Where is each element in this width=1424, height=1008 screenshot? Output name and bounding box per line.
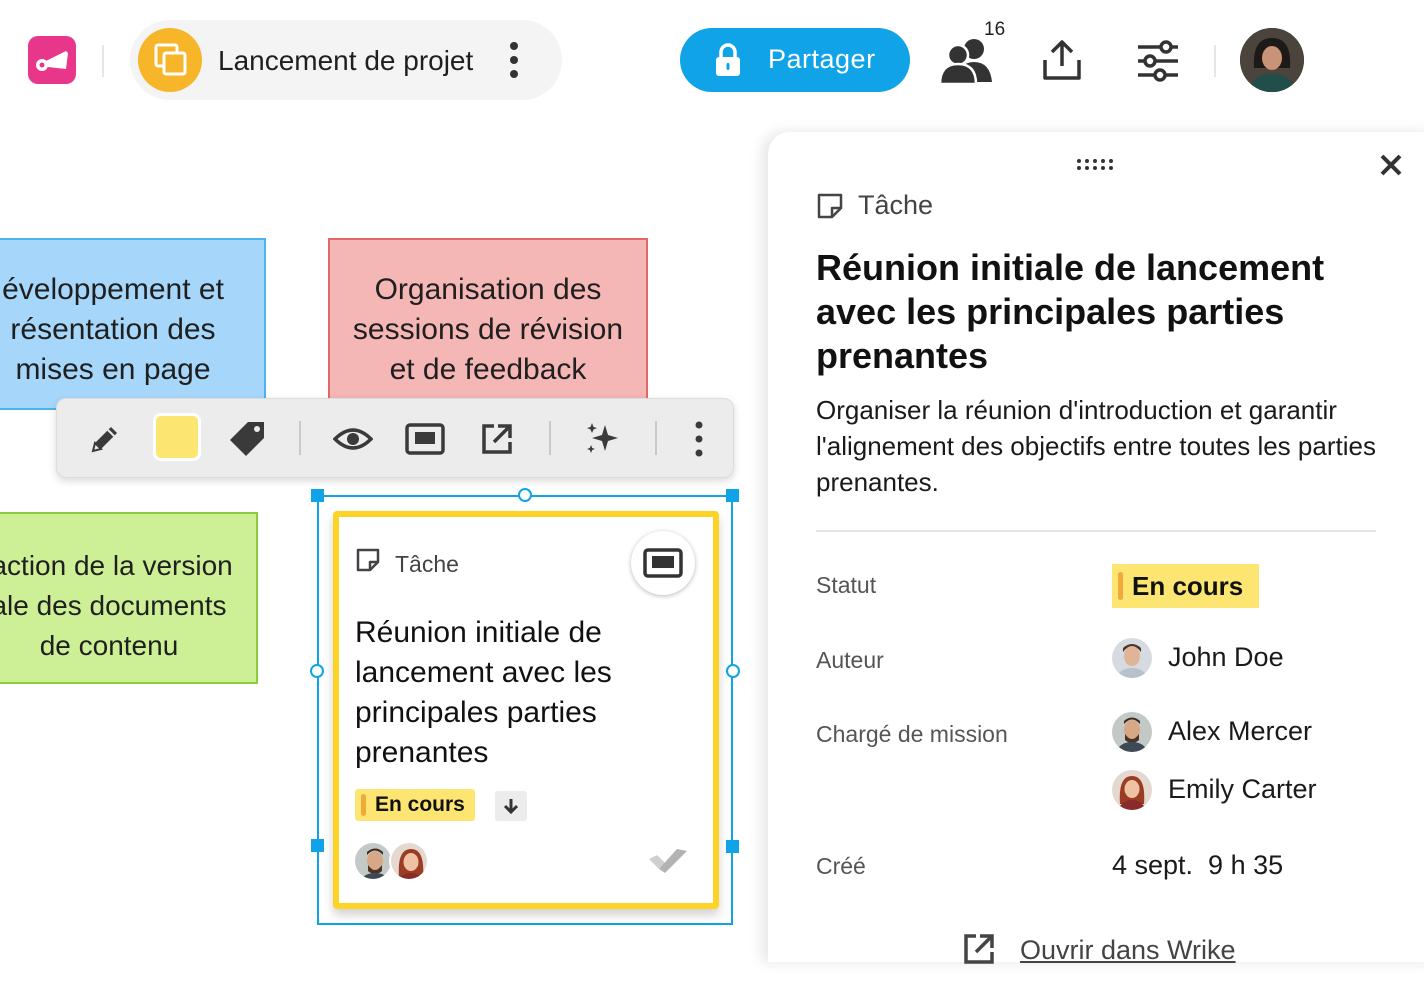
author-name[interactable]: John Doe [1168, 642, 1284, 673]
lock-icon [716, 43, 740, 76]
assignee-name[interactable]: Emily Carter [1168, 774, 1317, 805]
sticky-note-text: Organisation des sessions de révision et… [352, 273, 624, 386]
board-more-icon[interactable] [504, 42, 524, 78]
share-label: Partager [768, 44, 876, 74]
more-options-icon[interactable] [677, 417, 721, 461]
panel-type-label: Tâche [858, 190, 934, 220]
wrike-check-icon [647, 847, 689, 875]
open-card-button[interactable] [631, 531, 695, 595]
author-avatar [1112, 638, 1152, 678]
card-view-icon[interactable] [403, 417, 447, 461]
card-title: Réunion initiale de lancement avec les p… [355, 616, 612, 769]
sticky-note-layouts[interactable]: éveloppement et résentation des mises en… [0, 238, 266, 410]
resize-handle[interactable] [726, 489, 739, 502]
assignee-avatar-alex[interactable] [353, 841, 393, 881]
edit-pencil-icon[interactable] [83, 417, 127, 461]
status-badge[interactable]: En cours [1112, 564, 1260, 608]
task-icon [817, 193, 843, 219]
task-detail-panel: Tâche Réunion initiale de lancement avec… [768, 132, 1424, 965]
object-toolbar [56, 398, 734, 478]
panel-divider [816, 530, 1376, 532]
sticky-note-content-docs[interactable]: laction de la version ale des documents … [0, 512, 258, 684]
ai-sparkle-icon[interactable] [581, 417, 625, 461]
app-logo[interactable] [28, 36, 76, 84]
header-divider [1214, 45, 1216, 77]
resize-handle[interactable] [310, 664, 324, 678]
eye-icon[interactable] [331, 417, 375, 461]
priority-arrow-icon[interactable] [495, 791, 527, 821]
tag-icon[interactable] [225, 417, 269, 461]
resize-handle[interactable] [726, 664, 740, 678]
task-icon [356, 548, 380, 572]
resize-handle[interactable] [726, 840, 739, 853]
sticky-note-text: éveloppement et résentation des mises en… [2, 273, 224, 386]
resize-handle[interactable] [311, 839, 324, 852]
pages-icon [154, 43, 187, 76]
drag-handle-icon[interactable] [1076, 158, 1116, 170]
resize-handle[interactable] [518, 488, 532, 502]
share-button[interactable]: Partager [680, 28, 910, 92]
assignee-avatar-emily [1112, 770, 1152, 810]
task-card[interactable]: Tâche Réunion initiale de lancement avec… [333, 511, 719, 909]
card-status-badge[interactable]: En cours [355, 789, 475, 821]
color-swatch[interactable] [153, 413, 201, 461]
toolbar-divider [549, 421, 551, 455]
created-label: Créé [816, 853, 866, 879]
created-date: 4 sept. 9 h 35 [1112, 850, 1284, 880]
panel-title[interactable]: Réunion initiale de lancement avec les p… [816, 246, 1386, 378]
author-label: Auteur [816, 647, 884, 673]
sticky-note-text: laction de la version ale des documents … [0, 550, 233, 661]
sticky-note-review-sessions[interactable]: Organisation des sessions de révision et… [328, 238, 648, 410]
board-icon [138, 28, 202, 92]
resize-handle[interactable] [311, 489, 324, 502]
open-in-wrike-link[interactable]: Ouvrir dans Wrike [1020, 935, 1236, 966]
settings-sliders-icon[interactable] [1136, 40, 1180, 82]
collaborators-count: 16 [984, 19, 1006, 40]
status-label: Statut [816, 572, 877, 598]
external-link-icon[interactable] [962, 932, 996, 966]
toolbar-divider [655, 421, 657, 455]
panel-description[interactable]: Organiser la réunion d'introduction et g… [816, 392, 1376, 500]
external-link-icon[interactable] [475, 417, 519, 461]
board-title: Lancement de projet [218, 45, 474, 76]
assignee-avatar-emily[interactable] [389, 841, 429, 881]
export-icon[interactable] [1042, 38, 1082, 82]
collaborators-icon[interactable] [938, 36, 996, 86]
card-view-icon [643, 548, 683, 578]
close-icon[interactable] [1378, 152, 1404, 178]
toolbar-divider [299, 421, 301, 455]
assignee-name[interactable]: Alex Mercer [1168, 716, 1312, 747]
header-divider [102, 45, 104, 77]
user-avatar[interactable] [1240, 28, 1304, 92]
assignee-label: Chargé de mission [816, 721, 1008, 747]
assignee-avatar-alex [1112, 712, 1152, 752]
card-type-label: Tâche [395, 551, 459, 577]
horn-icon [36, 51, 68, 71]
